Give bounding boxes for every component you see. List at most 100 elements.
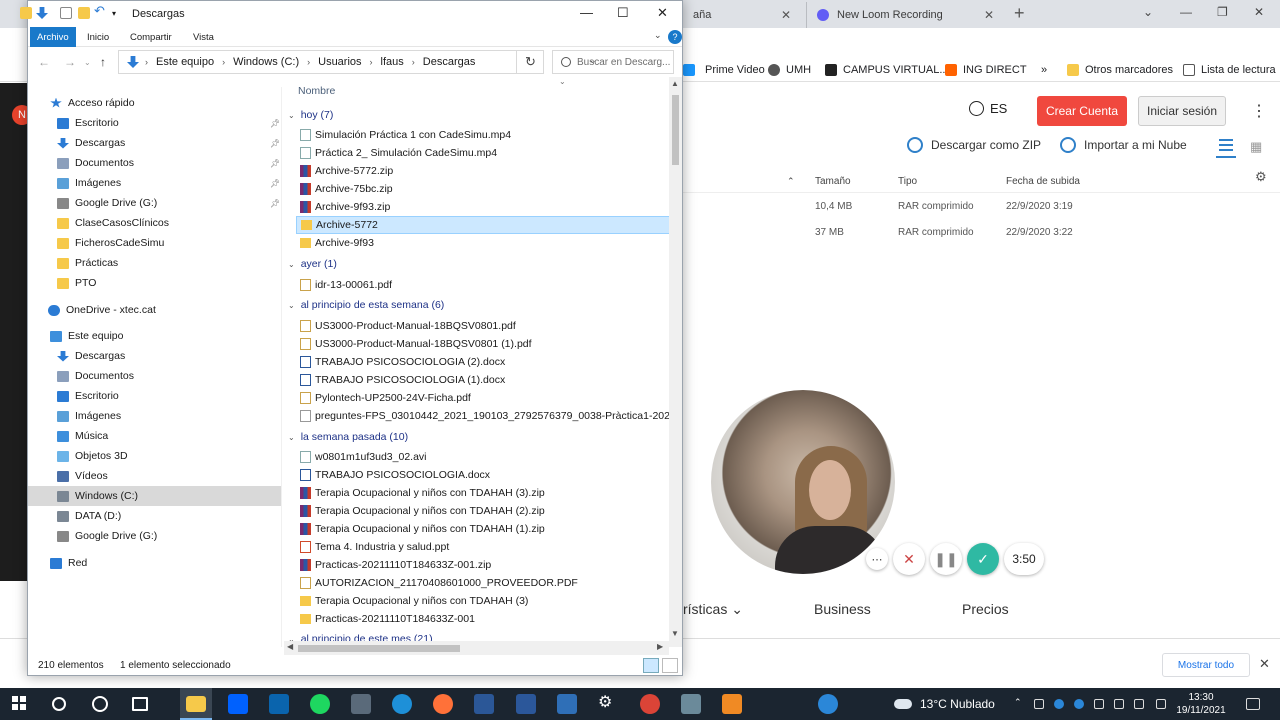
breadcrumb[interactable]: Descargas: [423, 56, 476, 68]
nav-onedrive[interactable]: OneDrive - xtec.cat: [28, 300, 281, 320]
column-size[interactable]: Tamaño: [815, 176, 851, 187]
properties-icon[interactable]: [60, 7, 72, 19]
file-row[interactable]: Terapia Ocupacional y niños con TDAHAH (…: [296, 520, 670, 538]
show-hidden-icons[interactable]: ⌃: [1014, 697, 1024, 707]
gear-icon[interactable]: ⚙: [1255, 169, 1267, 185]
maximize-icon[interactable]: ❐: [1217, 5, 1228, 19]
file-row[interactable]: idr-13-00061.pdf: [296, 276, 670, 294]
close-icon[interactable]: ✕: [1259, 656, 1270, 672]
group-header[interactable]: ⌄ hoy (7): [288, 106, 333, 124]
language-selector[interactable]: ES: [969, 101, 1007, 116]
file-row[interactable]: Archive-9f93.zip: [296, 198, 670, 216]
column-date[interactable]: Fecha de subida: [1006, 176, 1080, 187]
chrome-icon[interactable]: [640, 694, 660, 714]
help-icon[interactable]: ?: [668, 30, 682, 44]
nav-pricing[interactable]: Precios: [962, 601, 1009, 617]
finish-recording-icon[interactable]: ✓: [967, 543, 999, 575]
file-row-selected[interactable]: Archive-5772: [296, 216, 670, 234]
horizontal-scrollbar[interactable]: ◀ ▶: [284, 641, 669, 655]
nav-this-pc[interactable]: Este equipo: [28, 326, 281, 346]
windows-start-icon[interactable]: [12, 696, 26, 710]
notifications-icon[interactable]: [1246, 698, 1260, 710]
file-row[interactable]: TRABAJO PSICOSOCIOLOGIA (1).docx: [296, 371, 670, 389]
table-row[interactable]: 37 MB RAR comprimido 22/9/2020 3:22: [683, 220, 1280, 246]
chevron-right-icon[interactable]: ›: [145, 57, 148, 67]
scroll-left-icon[interactable]: ◀: [287, 642, 293, 651]
app-icon[interactable]: [681, 694, 701, 714]
breadcrumb[interactable]: lfaus: [381, 56, 404, 68]
bookmark-item[interactable]: CAMPUS VIRTUAL...: [825, 64, 949, 76]
download-icon[interactable]: [36, 7, 48, 19]
nav-pc-videos[interactable]: Vídeos: [28, 466, 281, 486]
onedrive-icon[interactable]: [1074, 699, 1084, 709]
app-icon[interactable]: [351, 694, 371, 714]
create-account-button[interactable]: Crear Cuenta: [1037, 96, 1127, 126]
file-row[interactable]: preguntes-FPS_03010442_2021_190103_27925…: [296, 407, 670, 425]
bookmarks-overflow[interactable]: »: [1041, 64, 1047, 76]
file-row[interactable]: Terapia Ocupacional y niños con TDAHAH (…: [296, 592, 670, 610]
nav-item-pto[interactable]: PTO: [28, 273, 281, 293]
file-row[interactable]: Practicas-20211110T184633Z-001: [296, 610, 670, 628]
mail-icon[interactable]: [269, 694, 289, 714]
nav-item-practicas[interactable]: Prácticas: [28, 253, 281, 273]
weather-widget[interactable]: 13°C Nublado: [894, 697, 995, 711]
login-button[interactable]: Iniciar sesión: [1138, 96, 1226, 126]
nav-features[interactable]: rísticas ⌄: [683, 601, 743, 618]
maximize-icon[interactable]: ☐: [617, 5, 629, 21]
app-icon[interactable]: [722, 694, 742, 714]
nav-pc-windows-c[interactable]: Windows (C:): [28, 486, 281, 506]
chevron-right-icon[interactable]: ›: [370, 57, 373, 67]
file-row[interactable]: Tema 4. Industria y salud.ppt: [296, 538, 670, 556]
sort-asc-icon[interactable]: ⌃: [787, 176, 795, 187]
file-row[interactable]: Pylontech-UP2500-24V-Ficha.pdf: [296, 389, 670, 407]
list-view-icon[interactable]: [1219, 139, 1233, 151]
back-icon[interactable]: ←: [38, 55, 50, 69]
details-view-icon[interactable]: [643, 658, 659, 673]
nav-item-ficheros[interactable]: FicherosCadeSimu: [28, 233, 281, 253]
scroll-right-icon[interactable]: ▶: [657, 642, 663, 651]
file-row[interactable]: TRABAJO PSICOSOCIOLOGIA (2).docx: [296, 353, 670, 371]
edge-icon[interactable]: [392, 694, 412, 714]
dropbox-icon[interactable]: [228, 694, 248, 714]
bookmark-item[interactable]: Prime Video: [683, 64, 765, 76]
group-header[interactable]: ⌄ al principio de esta semana (6): [288, 296, 444, 314]
volume-icon[interactable]: [1134, 699, 1144, 709]
new-tab-icon[interactable]: +: [1014, 3, 1025, 24]
nav-item-clasecasos[interactable]: ClaseCasosClínicos: [28, 213, 281, 233]
column-header-name[interactable]: Nombre: [298, 85, 335, 97]
nav-item-documentos[interactable]: Documentos 📌︎: [28, 153, 281, 173]
new-folder-icon[interactable]: [78, 7, 90, 19]
tab-home[interactable]: Inicio: [80, 27, 116, 47]
clock[interactable]: 13:30 19/11/2021: [1176, 691, 1226, 717]
nav-pc-escritorio[interactable]: Escritorio: [28, 386, 281, 406]
file-row[interactable]: Practicas-20211110T184633Z-001.zip: [296, 556, 670, 574]
reading-list[interactable]: Lista de lectura: [1183, 64, 1276, 76]
tab-search-icon[interactable]: ⌄: [1143, 5, 1153, 19]
chevron-right-icon[interactable]: ›: [222, 57, 225, 67]
refresh-icon[interactable]: ↻: [516, 50, 544, 74]
chevron-right-icon[interactable]: ›: [412, 57, 415, 67]
word-icon[interactable]: [516, 694, 536, 714]
app-icon[interactable]: [557, 694, 577, 714]
scrollbar-thumb[interactable]: [298, 645, 460, 652]
nav-pc-documentos[interactable]: Documentos: [28, 366, 281, 386]
group-header[interactable]: ⌄ la semana pasada (10): [288, 428, 408, 446]
file-row[interactable]: Archive-75bc.zip: [296, 180, 670, 198]
bookmark-folder[interactable]: Otros marcadores: [1067, 64, 1173, 76]
ribbon-expand-icon[interactable]: ⌄: [654, 30, 662, 41]
close-tab-icon[interactable]: ✕: [781, 8, 791, 22]
pause-icon[interactable]: ❚❚: [930, 543, 962, 575]
browser-tab[interactable]: aña ✕: [683, 2, 801, 28]
vertical-scrollbar[interactable]: ▲ ▼: [669, 77, 682, 647]
minimize-icon[interactable]: —: [580, 5, 593, 20]
nav-item-descargas[interactable]: Descargas 📌︎: [28, 133, 281, 153]
file-row[interactable]: TRABAJO PSICOSOCIOLOGIA.docx: [296, 466, 670, 484]
large-icons-view-icon[interactable]: [662, 658, 678, 673]
nav-business[interactable]: Business: [814, 601, 871, 617]
nav-pc-musica[interactable]: Música: [28, 426, 281, 446]
search-icon[interactable]: [52, 697, 66, 711]
spotify-icon[interactable]: [310, 694, 330, 714]
grid-view-icon[interactable]: ▦: [1250, 139, 1262, 155]
onedrive-icon[interactable]: [1054, 699, 1064, 709]
tab-view[interactable]: Vista: [186, 27, 221, 47]
